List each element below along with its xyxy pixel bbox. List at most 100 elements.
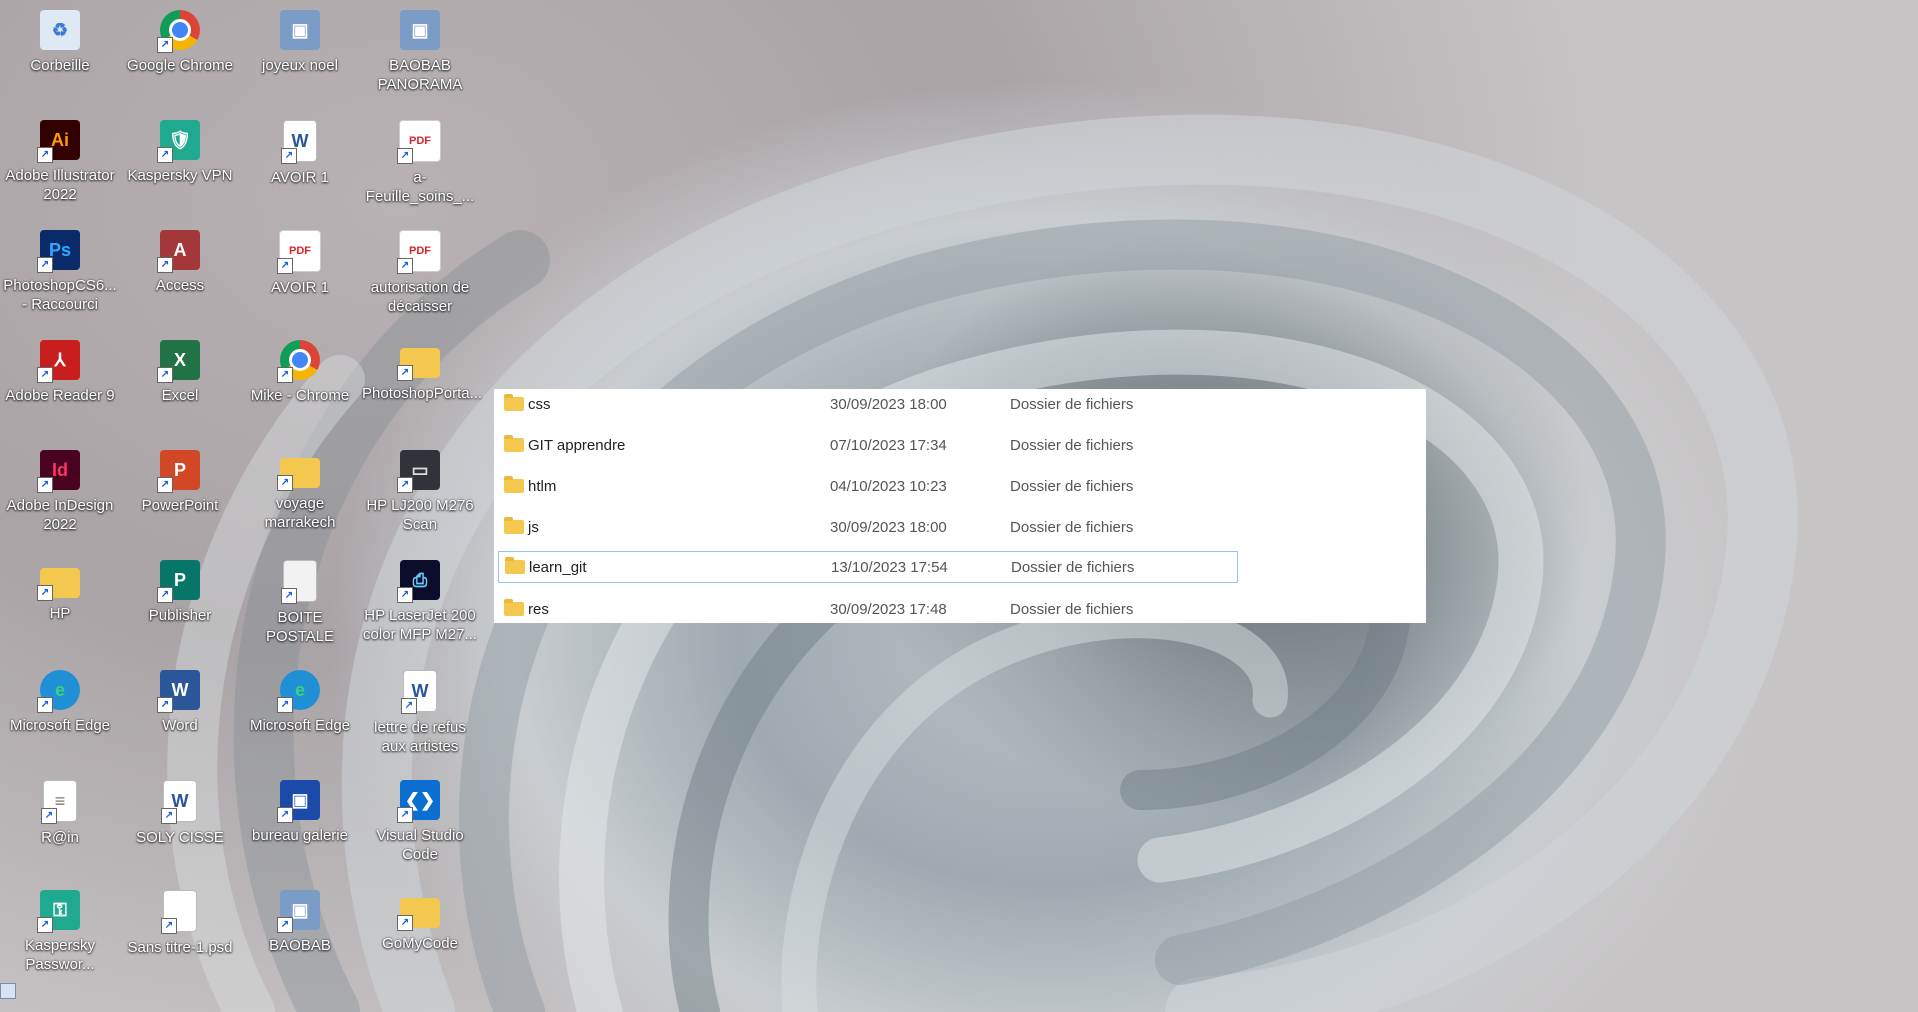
desktop-icon-label: Google Chrome [127, 57, 233, 74]
desktop-icon[interactable]: ↗ Mike - Chrome [242, 334, 358, 405]
edge-icon: e ↗ [37, 670, 80, 713]
desktop-icon-label: BAOBAB PANORAMA [377, 57, 463, 93]
desktop-icon-label: GoMyCode [382, 935, 458, 952]
shortcut-arrow-icon: ↗ [41, 808, 57, 824]
powerpoint-icon: P ↗ [157, 450, 200, 493]
desktop-icon[interactable]: PDF ↗ a-Feuille_soins_... [362, 114, 478, 206]
desktop-icon[interactable]: ≡ ↗ R@in [2, 774, 118, 847]
desktop-icon-label: lettre de refus aux artistes [374, 719, 466, 755]
desktop-icon-label: Adobe InDesign 2022 [6, 497, 114, 533]
folder-row-js[interactable]: js 30/09/2023 18:00 Dossier de fichiers [498, 512, 1238, 544]
desktop-icon[interactable]: W ↗ SOLY CISSE [122, 774, 238, 847]
vscode-icon: ❮❯ ↗ [397, 780, 440, 823]
desktop-icon-label: HP LaserJet 200 color MFP M27... [363, 607, 477, 643]
desktop-icon[interactable]: ⎙ ↗ HP LaserJet 200 color MFP M27... [362, 554, 478, 644]
taskbar-fragment-icon[interactable] [0, 983, 16, 999]
desktop-icon[interactable]: ❮❯ ↗ Visual Studio Code [362, 774, 478, 864]
printer-icon: ⎙ ↗ [397, 560, 440, 603]
shortcut-arrow-icon: ↗ [397, 258, 413, 274]
folder-row-git-apprendre[interactable]: GIT apprendre 07/10/2023 17:34 Dossier d… [498, 430, 1238, 462]
folder-type: Dossier de fichiers [1011, 559, 1135, 576]
desktop-icon[interactable]: P ↗ PowerPoint [122, 444, 238, 515]
shortcut-arrow-icon: ↗ [157, 257, 173, 273]
shortcut-arrow-icon: ↗ [277, 367, 293, 383]
blank-file-icon: ↗ [161, 890, 197, 934]
desktop-icon[interactable]: Ai ↗ Adobe Illustrator 2022 [2, 114, 118, 204]
desktop-icon[interactable]: W ↗ lettre de refus aux artistes [362, 664, 478, 756]
folder-type: Dossier de fichiers [1010, 601, 1134, 618]
adobe-reader-icon: ⅄ ↗ [37, 340, 80, 383]
word-icon: W ↗ [157, 670, 200, 713]
shortcut-arrow-icon: ↗ [161, 808, 177, 824]
desktop-icon[interactable]: ▣ ↗ BAOBAB [242, 884, 358, 955]
folder-icon [504, 435, 524, 452]
desktop-icon[interactable]: W ↗ Word [122, 664, 238, 735]
word-document-icon: W ↗ [161, 780, 197, 824]
folder-row-learn-git[interactable]: learn_git 13/10/2023 17:54 Dossier de fi… [498, 551, 1238, 583]
desktop-icon[interactable]: ↗ voyage marrakech [242, 444, 358, 532]
desktop-icon[interactable]: e ↗ Microsoft Edge [2, 664, 118, 735]
folder-row-res[interactable]: res 30/09/2023 17:48 Dossier de fichiers [498, 594, 1238, 626]
desktop-icon-label: Corbeille [30, 57, 90, 74]
desktop-icon[interactable]: Ps ↗ PhotoshopCS6... - Raccourci [2, 224, 118, 314]
shortcut-arrow-icon: ↗ [277, 475, 293, 491]
desktop-icon[interactable]: PDF ↗ AVOIR 1 [242, 224, 358, 297]
publisher-icon: P ↗ [157, 560, 200, 603]
folder-icon [504, 476, 524, 493]
shortcut-arrow-icon: ↗ [157, 587, 173, 603]
shortcut-arrow-icon: ↗ [37, 147, 53, 163]
desktop-icon[interactable]: ▣ ↗ bureau galerie [242, 774, 358, 845]
desktop-icon[interactable]: ▣ joyeux noel [242, 4, 358, 75]
desktop-icon-label: a-Feuille_soins_... [365, 169, 475, 205]
desktop-icon[interactable]: Id ↗ Adobe InDesign 2022 [2, 444, 118, 534]
folder-icon: ↗ [397, 348, 440, 381]
kaspersky-password-icon: ⚿ ↗ [37, 890, 80, 933]
desktop-icon[interactable]: P ↗ Publisher [122, 554, 238, 625]
excel-icon: X ↗ [157, 340, 200, 383]
desktop-icon[interactable]: ↗ BOITE POSTALE [242, 554, 358, 646]
desktop-icon[interactable]: ↗ PhotoshopPorta... [362, 334, 482, 403]
desktop-icon[interactable]: X ↗ Excel [122, 334, 238, 405]
desktop-icon-label: PhotoshopCS6... - Raccourci [3, 277, 117, 313]
desktop-icon[interactable]: ▭ ↗ HP LJ200 M276 Scan [362, 444, 478, 534]
folder-type: Dossier de fichiers [1010, 437, 1134, 454]
desktop-icon[interactable]: ⅄ ↗ Adobe Reader 9 [2, 334, 118, 405]
shortcut-arrow-icon: ↗ [157, 697, 173, 713]
desktop-icon-label: Sans titre-1.psd [127, 939, 233, 956]
desktop-icon[interactable]: ↗ Sans titre-1.psd [122, 884, 238, 957]
desktop-icon[interactable]: ↗ Google Chrome [122, 4, 238, 75]
edge-icon: e ↗ [277, 670, 320, 713]
shortcut-arrow-icon: ↗ [397, 477, 413, 493]
image-icon: ▣ ↗ [277, 890, 320, 933]
desktop-icon[interactable]: ⚿ ↗ Kaspersky Passwor... [2, 884, 118, 974]
desktop-icon[interactable]: ♻ Corbeille [2, 4, 118, 75]
folder-row-css[interactable]: css 30/09/2023 18:00 Dossier de fichiers [498, 389, 1238, 421]
desktop-icon-label: Kaspersky VPN [127, 167, 233, 184]
desktop-icon-label: Excel [161, 387, 199, 404]
shortcut-arrow-icon: ↗ [157, 37, 173, 53]
folder-row-htlm[interactable]: htlm 04/10/2023 10:23 Dossier de fichier… [498, 471, 1238, 503]
folder-icon [504, 517, 524, 534]
pdf-icon: PDF ↗ [397, 120, 441, 164]
folder-name: js [528, 519, 539, 536]
desktop-icon[interactable]: 🛡 ↗ Kaspersky VPN [122, 114, 238, 185]
pdf-icon: PDF ↗ [277, 230, 321, 274]
desktop-icon-label: R@in [41, 829, 79, 846]
folder-type: Dossier de fichiers [1010, 396, 1134, 413]
desktop-icon[interactable]: ▣ BAOBAB PANORAMA [362, 4, 478, 94]
desktop-icon-label: SOLY CISSE [136, 829, 224, 846]
shortcut-arrow-icon: ↗ [281, 148, 297, 164]
chrome-icon: ↗ [157, 10, 200, 53]
desktop-icon[interactable]: W ↗ AVOIR 1 [242, 114, 358, 187]
shortcut-arrow-icon: ↗ [397, 915, 413, 931]
desktop-icon[interactable]: PDF ↗ autorisation de décaisser [362, 224, 478, 316]
desktop-icon[interactable]: ↗ HP [2, 554, 118, 623]
desktop-icon[interactable]: e ↗ Microsoft Edge [242, 664, 358, 735]
scanner-icon: ▭ ↗ [397, 450, 440, 493]
desktop-icon-label: BOITE POSTALE [265, 609, 335, 645]
folder-name: css [528, 396, 551, 413]
desktop-icon[interactable]: ↗ GoMyCode [362, 884, 478, 953]
folder-name: GIT apprendre [528, 437, 626, 454]
desktop-icon[interactable]: A ↗ Access [122, 224, 238, 295]
folder-icon: ↗ [397, 898, 440, 931]
